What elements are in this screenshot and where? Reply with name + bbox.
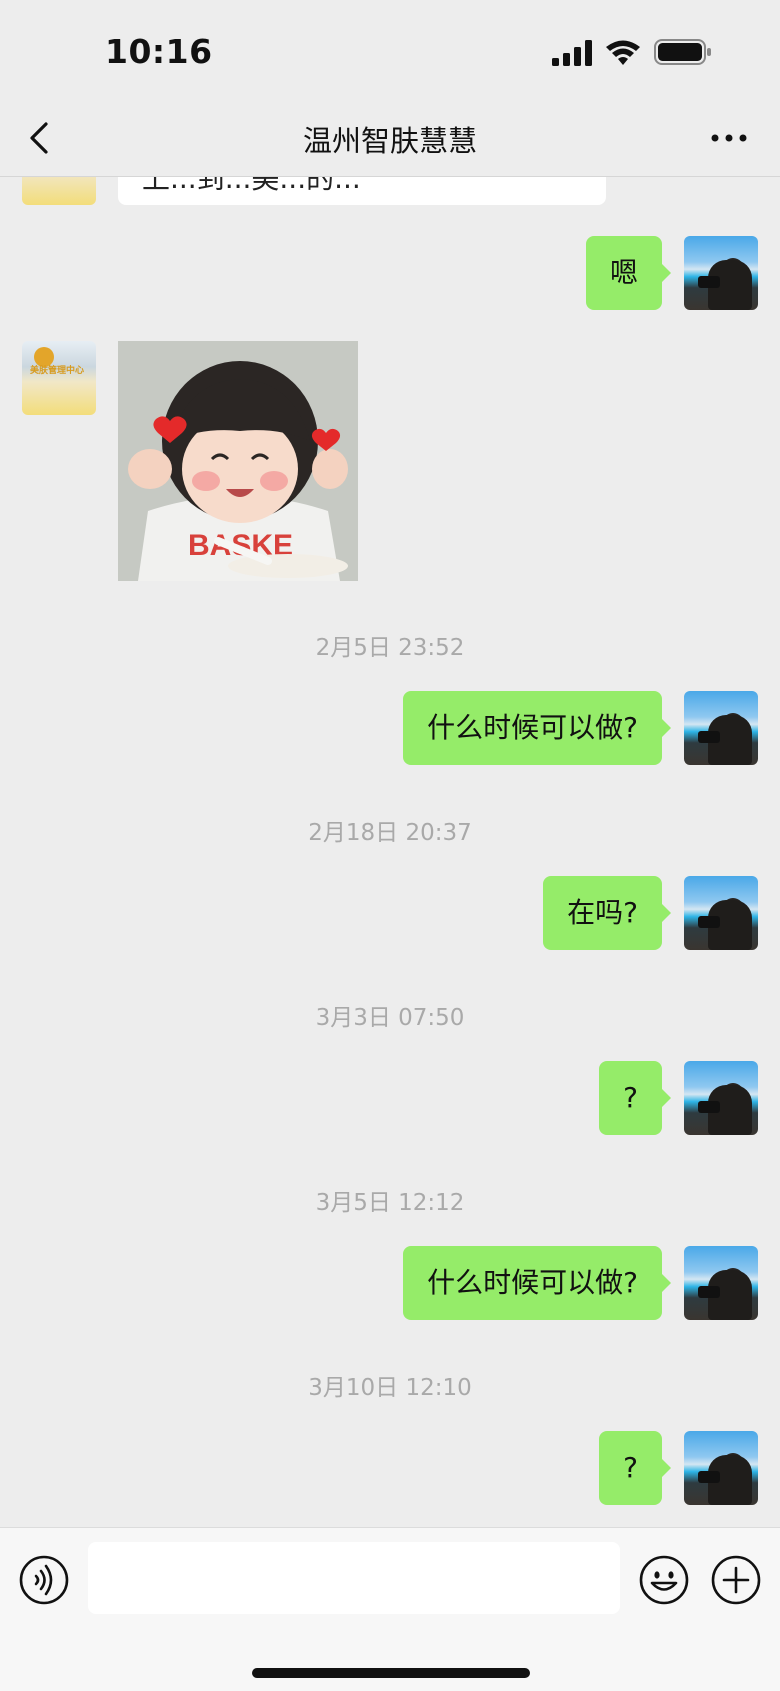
time-divider: 3月10日 12:10	[308, 1375, 472, 1401]
battery-icon	[654, 39, 711, 65]
emoji-icon[interactable]	[638, 1554, 690, 1606]
camera-icon	[698, 1101, 720, 1113]
message-text: ?	[623, 1451, 638, 1484]
plus-circle-icon[interactable]	[710, 1554, 762, 1606]
contact-logo-text: 美肤管理中心	[30, 366, 85, 376]
camera-icon	[698, 731, 720, 743]
camera-icon	[698, 1286, 720, 1298]
sticker-image[interactable]: BASKE	[118, 341, 358, 581]
contact-avatar[interactable]: 美肤管理中心	[22, 177, 96, 205]
my-avatar[interactable]	[684, 876, 758, 950]
partial-message-text: 上...到...美...的...	[142, 177, 361, 195]
message-bubble[interactable]: 嗯	[585, 236, 672, 310]
message-text: 在吗?	[567, 896, 638, 929]
message-text: 嗯	[609, 256, 638, 289]
status-bar: 10:16	[0, 0, 780, 100]
message-bubble[interactable]: ?	[599, 1431, 671, 1505]
my-avatar[interactable]	[684, 1431, 758, 1505]
my-avatar[interactable]	[684, 1061, 758, 1135]
my-avatar[interactable]	[684, 691, 758, 765]
my-avatar[interactable]	[684, 236, 758, 310]
camera-icon	[698, 1471, 720, 1483]
status-time: 10:16	[105, 32, 213, 71]
message-bubble[interactable]: 在吗?	[543, 876, 671, 950]
time-divider: 2月18日 20:37	[308, 820, 472, 846]
my-avatar[interactable]	[684, 1246, 758, 1320]
message-bubble[interactable]: 什么时候可以做?	[403, 691, 671, 765]
message-input[interactable]	[88, 1542, 620, 1614]
home-indicator[interactable]	[252, 1668, 530, 1678]
wifi-icon	[606, 40, 640, 65]
child-sticker-illustration: BASKE	[118, 341, 358, 581]
contact-avatar[interactable]: 美肤管理中心	[22, 341, 96, 415]
partial-message-bubble[interactable]: 上...到...美...的...	[118, 177, 606, 205]
message-text: 什么时候可以做?	[427, 1266, 638, 1299]
voice-input-icon[interactable]	[18, 1554, 70, 1606]
cellular-signal-icon	[552, 40, 592, 66]
chat-message-list[interactable]: 美肤管理中心 上...到...美...的... 嗯 美肤管理中心 BASKE	[0, 177, 780, 1527]
time-divider: 3月5日 12:12	[315, 1190, 465, 1216]
chat-header: 温州智肤慧慧	[0, 100, 780, 177]
message-text: ?	[623, 1081, 638, 1114]
chat-input-bar	[0, 1527, 780, 1691]
more-dots-icon[interactable]	[710, 128, 748, 148]
camera-icon	[698, 276, 720, 288]
chat-title: 温州智肤慧慧	[302, 124, 477, 158]
message-bubble[interactable]: ?	[599, 1061, 671, 1135]
message-bubble[interactable]: 什么时候可以做?	[403, 1246, 671, 1320]
time-divider: 3月3日 07:50	[315, 1005, 465, 1031]
message-text: 什么时候可以做?	[427, 711, 638, 744]
time-divider: 2月5日 23:52	[315, 635, 465, 661]
camera-icon	[698, 916, 720, 928]
